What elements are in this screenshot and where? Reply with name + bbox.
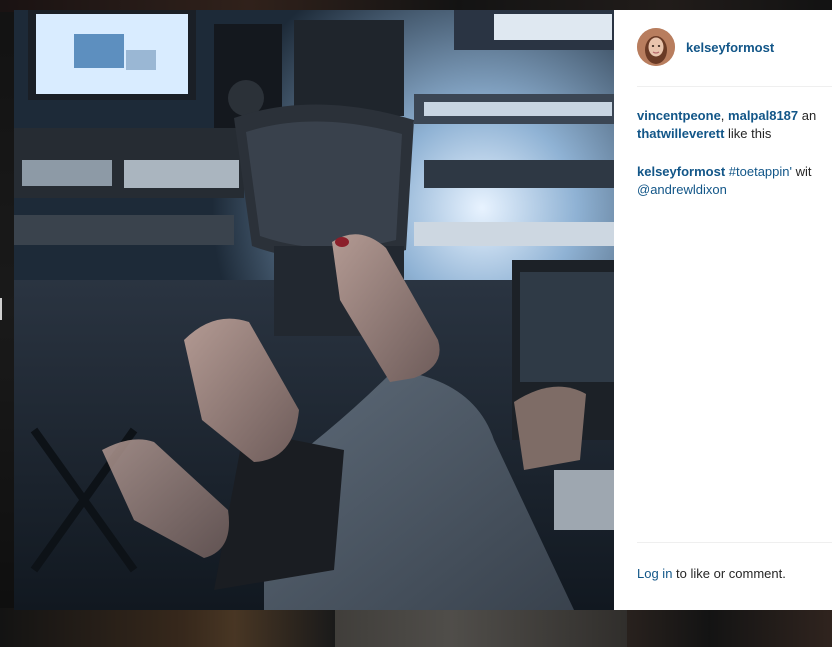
caption-author-link[interactable]: kelseyformost xyxy=(637,164,725,179)
liker-link[interactable]: malpal8187 xyxy=(728,108,798,123)
left-edge-indicator xyxy=(0,298,2,320)
studio-feet-photo xyxy=(14,10,614,610)
profile-avatar[interactable] xyxy=(637,28,675,66)
likes-suffix: like this xyxy=(724,126,772,141)
login-prompt: Log in to like or comment. xyxy=(637,566,786,581)
post-photo[interactable] xyxy=(14,10,614,610)
avatar-icon xyxy=(637,28,675,66)
liker-separator: , xyxy=(720,108,729,123)
footer-divider xyxy=(637,542,832,543)
likes-line: vincentpeone, malpal8187 an thatwillever… xyxy=(637,107,832,143)
post-header: kelseyformost xyxy=(614,10,832,86)
caption-line: kelseyformost #toetappin' wit @andrewldi… xyxy=(637,163,832,199)
likes-truncated-text: an xyxy=(798,108,817,123)
liker-link[interactable]: vincentpeone xyxy=(637,108,721,123)
login-suffix: to like or comment. xyxy=(672,566,786,581)
header-divider xyxy=(637,86,832,87)
caption-text: wit xyxy=(792,164,812,179)
post-details-panel: kelseyformost vincentpeone, malpal8187 a… xyxy=(614,10,832,610)
login-link[interactable]: Log in xyxy=(637,566,672,581)
liker-link[interactable]: thatwilleverett xyxy=(637,126,724,141)
hashtag-link[interactable]: #toetappin' xyxy=(729,164,792,179)
username-link[interactable]: kelseyformost xyxy=(686,40,774,55)
mention-link[interactable]: @andrewldixon xyxy=(637,182,727,197)
